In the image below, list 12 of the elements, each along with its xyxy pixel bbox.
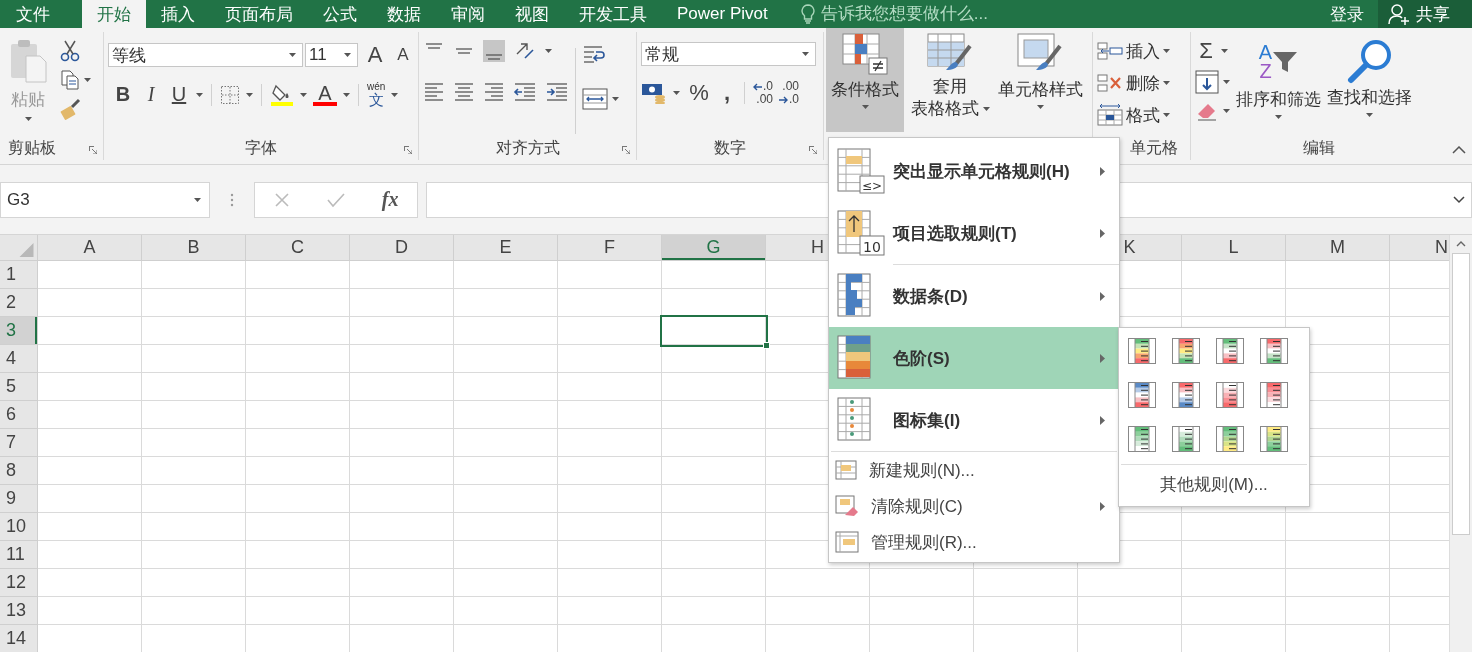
cell-reference: G3 — [7, 189, 30, 210]
font-size-value: 11 — [309, 45, 327, 65]
group-label: 数字 — [714, 137, 746, 158]
group-label: 对齐方式 — [495, 137, 560, 158]
group-label: 字体 — [245, 137, 277, 158]
group-label: 编辑 — [1302, 137, 1335, 158]
number-format-value: 常规 — [645, 43, 679, 66]
letter-a-icon: A — [1258, 43, 1273, 62]
letter-z-icon: Z — [1258, 62, 1273, 81]
group-label: 单元格 — [1130, 137, 1178, 158]
font-name-value: 等线 — [112, 44, 146, 67]
group-label: 剪贴板 — [8, 137, 56, 158]
